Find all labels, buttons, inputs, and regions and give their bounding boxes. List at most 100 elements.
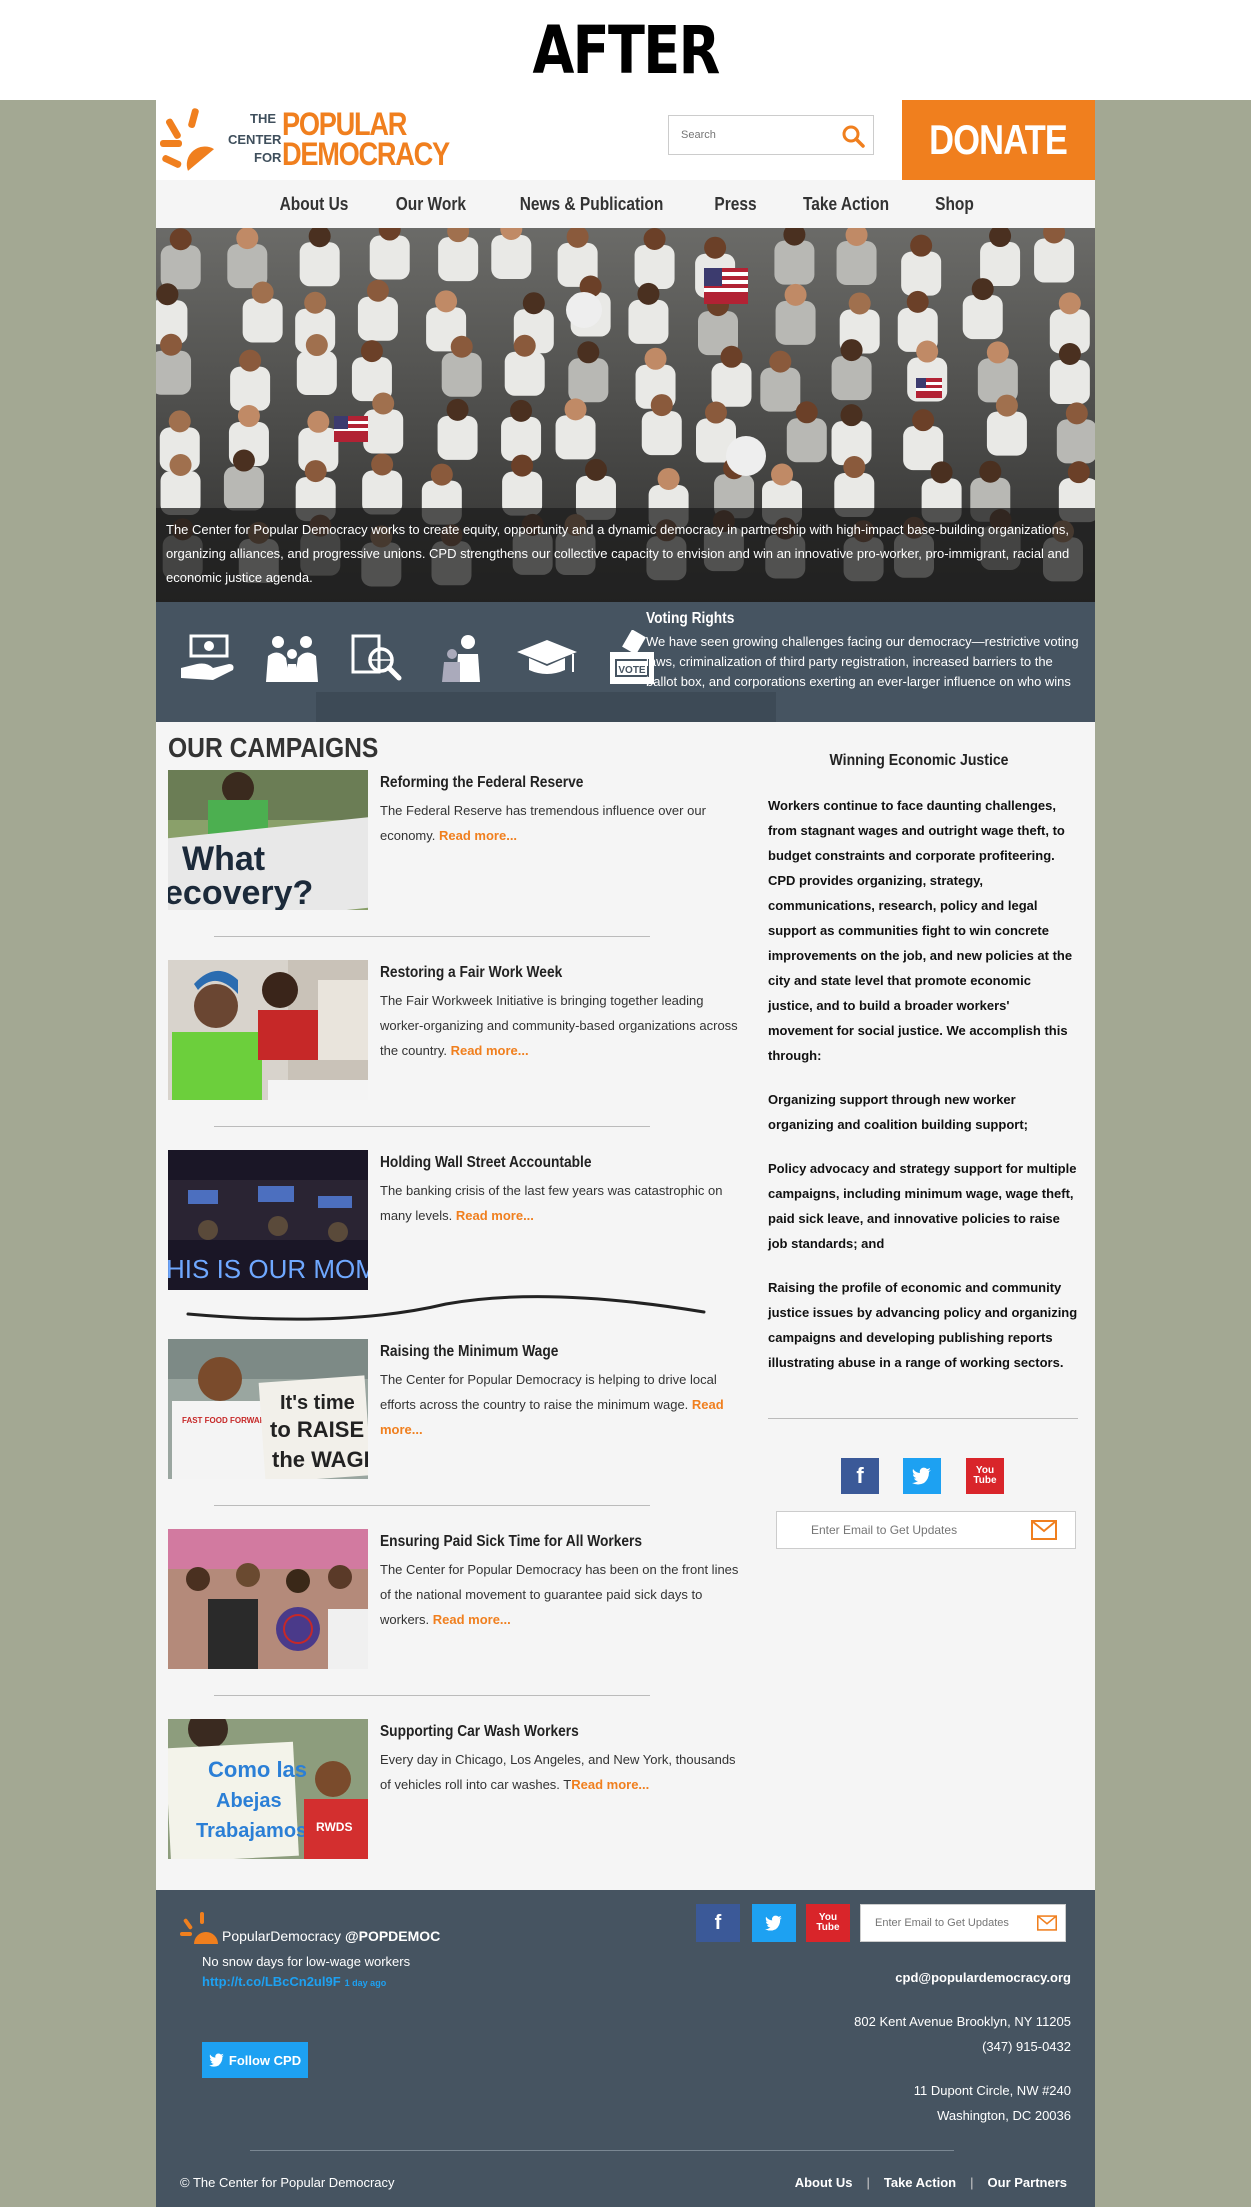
crowd-person-head	[840, 404, 863, 427]
crowd-person-head	[843, 456, 866, 479]
crowd-person-body	[628, 299, 669, 344]
nav-item-news-publication[interactable]: News & Publication	[504, 194, 679, 215]
contact-email[interactable]: cpd@populardemocracy.org	[895, 1970, 1071, 1985]
footer-email-input[interactable]	[861, 1905, 1031, 1941]
nav-item-our-work[interactable]: Our Work	[380, 194, 481, 215]
sidebar-email-input[interactable]	[777, 1512, 1017, 1548]
footer-youtube-button[interactable]: You Tube	[806, 1904, 850, 1942]
tweet-link[interactable]: http://t.co/LBcCn2ul9F	[202, 1974, 341, 1989]
footer-facebook-button[interactable]: f	[696, 1904, 740, 1942]
crowd-person-head	[643, 228, 666, 251]
campaign-title[interactable]: Reforming the Federal Reserve	[380, 774, 583, 792]
crowd-person-body	[962, 295, 1003, 340]
crowd-person-body	[438, 237, 479, 282]
nav-item-take-action[interactable]: Take Action	[787, 194, 904, 215]
hero-caption: The Center for Popular Democracy works t…	[156, 508, 1095, 602]
footer-link-take-action[interactable]: Take Action	[884, 2175, 956, 2190]
envelope-icon[interactable]	[1037, 1915, 1057, 1931]
campaign-thumb[interactable]	[168, 1529, 368, 1669]
crowd-person-head	[720, 345, 743, 368]
campaign-thumb[interactable]	[168, 960, 368, 1100]
read-more-link[interactable]: Read more...	[433, 1612, 511, 1627]
cpd-sun-icon	[180, 1912, 218, 1944]
link-separator: |	[970, 2175, 974, 2190]
twitter-button[interactable]	[903, 1458, 941, 1494]
photo-shirt-text: FAST FOOD FORWARD	[182, 1416, 271, 1425]
issue-racial-justice[interactable]	[419, 628, 504, 688]
campaigns-heading: OUR CAMPAIGNS	[168, 732, 379, 763]
campaign-text: The banking crisis of the last few years…	[380, 1183, 723, 1223]
follow-label: Follow CPD	[228, 2052, 302, 2068]
twitter-name: PopularDemocracy	[222, 1928, 342, 1944]
sidebar-paragraph: Workers continue to face daunting challe…	[768, 798, 1073, 1063]
crowd-person-body	[641, 411, 682, 456]
youtube-icon: You Tube	[973, 1465, 997, 1486]
campaign-title[interactable]: Raising the Minimum Wage	[380, 1343, 558, 1361]
campaign-title[interactable]: Holding Wall Street Accountable	[380, 1154, 592, 1172]
footer-link-about-us[interactable]: About Us	[795, 2175, 853, 2190]
campaign-title[interactable]: Ensuring Paid Sick Time for All Workers	[380, 1533, 642, 1551]
campaign-text: The Center for Popular Democracy is help…	[380, 1372, 717, 1412]
crowd-person-head	[237, 405, 260, 428]
campaign-thumb[interactable]: FAST FOOD FORWARD It's time to RAISE the…	[168, 1339, 368, 1479]
read-more-link[interactable]: Read more...	[439, 828, 517, 843]
campaign-thumb[interactable]: What ecovery?	[168, 770, 368, 910]
follow-cpd-button[interactable]: Follow CPD	[202, 2042, 308, 2078]
cpd-logo[interactable]: THE CENTER FOR POPULAR DEMOCRACY	[160, 104, 450, 176]
crowd-person-head	[169, 454, 192, 477]
brooklyn-address: 802 Kent Avenue Brooklyn, NY 11205	[854, 2014, 1071, 2029]
crowd-person-head	[307, 410, 330, 433]
hand-drawn-divider	[186, 1295, 706, 1321]
crowd-person-body	[441, 352, 482, 397]
nav-item-press[interactable]: Press	[699, 194, 772, 215]
read-more-link[interactable]: Read more...	[571, 1777, 649, 1792]
footer-link-our-partners[interactable]: Our Partners	[988, 2175, 1067, 2190]
campaign-title[interactable]: Supporting Car Wash Workers	[380, 1723, 579, 1741]
read-more-link[interactable]: Read more...	[456, 1208, 534, 1223]
link-separator: |	[866, 2175, 870, 2190]
donate-button[interactable]: DONATE	[902, 100, 1095, 180]
footer-twitter-button[interactable]	[752, 1904, 796, 1942]
paid-sick-time-photo	[168, 1529, 368, 1669]
crowd-person-head	[304, 291, 327, 314]
crowd-person-body	[223, 466, 264, 511]
after-banner: AFTER	[0, 0, 1251, 100]
issue-family[interactable]	[249, 628, 334, 688]
crowd-person-body	[299, 242, 340, 287]
globe-search-icon	[351, 634, 401, 681]
crowd-person-head	[644, 347, 667, 370]
envelope-icon[interactable]	[1031, 1520, 1057, 1540]
crowd-person-head	[705, 401, 728, 424]
issue-immigration[interactable]	[334, 628, 419, 688]
facebook-button[interactable]: f	[841, 1458, 879, 1494]
flag-1	[704, 268, 748, 304]
campaign-description: The Fair Workweek Initiative is bringing…	[380, 988, 742, 1063]
crowd-person-head	[511, 454, 534, 477]
crowd-person-head	[584, 458, 607, 481]
photo-sign-line-2: to RAISE	[270, 1417, 364, 1442]
youtube-button[interactable]: You Tube	[966, 1458, 1004, 1494]
campaign-thumb[interactable]: HIS IS OUR MOMEN	[168, 1150, 368, 1290]
crowd-person-head	[995, 394, 1018, 417]
search-icon[interactable]	[841, 124, 865, 148]
campaign-text: The Fair Workweek Initiative is bringing…	[380, 993, 738, 1058]
read-more-link[interactable]: Read more...	[451, 1043, 529, 1058]
campaign-thumb[interactable]: Como las Abejas Trabajamos RWDS	[168, 1719, 368, 1859]
money-hand-icon	[180, 634, 233, 680]
issue-education[interactable]	[504, 628, 589, 688]
campaign-description: The Federal Reserve has tremendous influ…	[380, 798, 742, 848]
divider	[214, 936, 650, 937]
photo-sign-line-3: the WAGE	[272, 1447, 368, 1472]
crowd-person-body	[1034, 238, 1075, 283]
family-icon	[265, 636, 318, 682]
campaign-title[interactable]: Restoring a Fair Work Week	[380, 964, 562, 982]
search-input[interactable]	[669, 116, 829, 154]
issue-economic[interactable]	[164, 628, 249, 688]
campaign-item-car-wash: Como las Abejas Trabajamos RWDS Supporti…	[168, 1719, 748, 1859]
twitter-account[interactable]: PopularDemocracy @POPDEMOC	[222, 1928, 440, 1944]
sidebar-email-box	[776, 1511, 1076, 1549]
nav-item-about-us[interactable]: About Us	[264, 194, 364, 215]
divider	[214, 1126, 650, 1127]
photo-shirt-text: RWDS	[316, 1820, 352, 1834]
nav-item-shop[interactable]: Shop	[920, 194, 990, 215]
